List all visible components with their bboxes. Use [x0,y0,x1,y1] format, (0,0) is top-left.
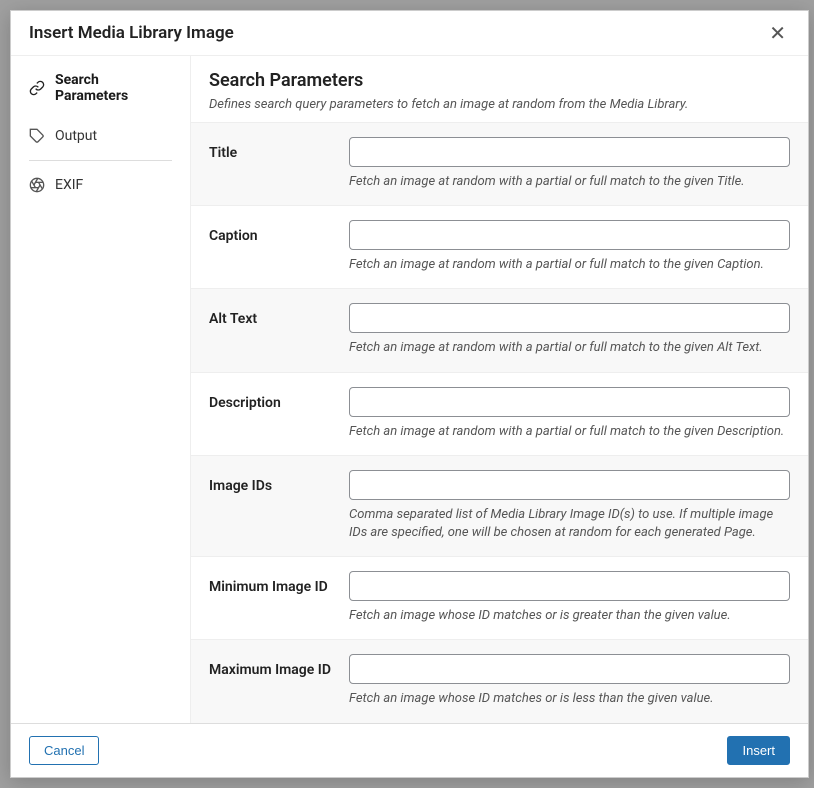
close-button[interactable]: ✕ [765,23,790,43]
link-icon [29,80,45,96]
min-image-id-input[interactable] [349,571,790,601]
sidebar-item-label: EXIF [55,177,83,193]
field-help: Comma separated list of Media Library Im… [349,506,790,542]
modal-footer: Cancel Insert [11,723,808,777]
field-label: Alt Text [209,303,349,357]
description-input[interactable] [349,387,790,417]
field-help: Fetch an image at random with a partial … [349,339,790,357]
field-row-alt-text: Alt Text Fetch an image at random with a… [191,288,808,371]
sidebar-item-output[interactable]: Output [11,116,190,156]
main-header: Search Parameters Defines search query p… [191,56,808,122]
insert-media-modal: Insert Media Library Image ✕ Search Para… [10,10,809,778]
field-label: Description [209,387,349,441]
field-control: Fetch an image whose ID matches or is gr… [349,571,790,625]
tag-icon [29,128,45,144]
field-control: Fetch an image whose ID matches or is le… [349,654,790,708]
field-row-caption: Caption Fetch an image at random with a … [191,205,808,288]
field-control: Fetch an image at random with a partial … [349,220,790,274]
image-ids-input[interactable] [349,470,790,500]
field-help: Fetch an image at random with a partial … [349,173,790,191]
field-control: Fetch an image at random with a partial … [349,387,790,441]
aperture-icon [29,177,45,193]
field-help: Fetch an image at random with a partial … [349,423,790,441]
field-label: Minimum Image ID [209,571,349,625]
field-control: Fetch an image at random with a partial … [349,303,790,357]
caption-input[interactable] [349,220,790,250]
field-row-description: Description Fetch an image at random wit… [191,372,808,455]
field-label: Title [209,137,349,191]
alt-text-input[interactable] [349,303,790,333]
field-label: Maximum Image ID [209,654,349,708]
field-row-min-image-id: Minimum Image ID Fetch an image whose ID… [191,556,808,639]
title-input[interactable] [349,137,790,167]
close-icon: ✕ [769,21,786,45]
max-image-id-input[interactable] [349,654,790,684]
sidebar: Search Parameters Output EXIF [11,56,191,723]
sidebar-item-exif[interactable]: EXIF [11,165,190,205]
cancel-button[interactable]: Cancel [29,736,99,765]
modal-body: Search Parameters Output EXIF Search Par… [11,56,808,723]
field-label: Caption [209,220,349,274]
field-help: Fetch an image at random with a partial … [349,256,790,274]
modal-header: Insert Media Library Image ✕ [11,11,808,56]
sidebar-item-label: Output [55,128,97,144]
insert-button[interactable]: Insert [727,736,790,765]
sidebar-item-label: Search Parameters [55,72,172,104]
field-row-title: Title Fetch an image at random with a pa… [191,122,808,205]
field-help: Fetch an image whose ID matches or is gr… [349,607,790,625]
panel-title: Search Parameters [209,70,790,91]
main-panel: Search Parameters Defines search query p… [191,56,808,723]
sidebar-item-search-parameters[interactable]: Search Parameters [11,60,190,116]
field-control: Comma separated list of Media Library Im… [349,470,790,542]
panel-description: Defines search query parameters to fetch… [209,97,790,112]
field-row-max-image-id: Maximum Image ID Fetch an image whose ID… [191,639,808,722]
field-control: Fetch an image at random with a partial … [349,137,790,191]
sidebar-separator [29,160,172,161]
field-row-image-ids: Image IDs Comma separated list of Media … [191,455,808,556]
field-label: Image IDs [209,470,349,542]
field-help: Fetch an image whose ID matches or is le… [349,690,790,708]
modal-title: Insert Media Library Image [29,23,234,43]
